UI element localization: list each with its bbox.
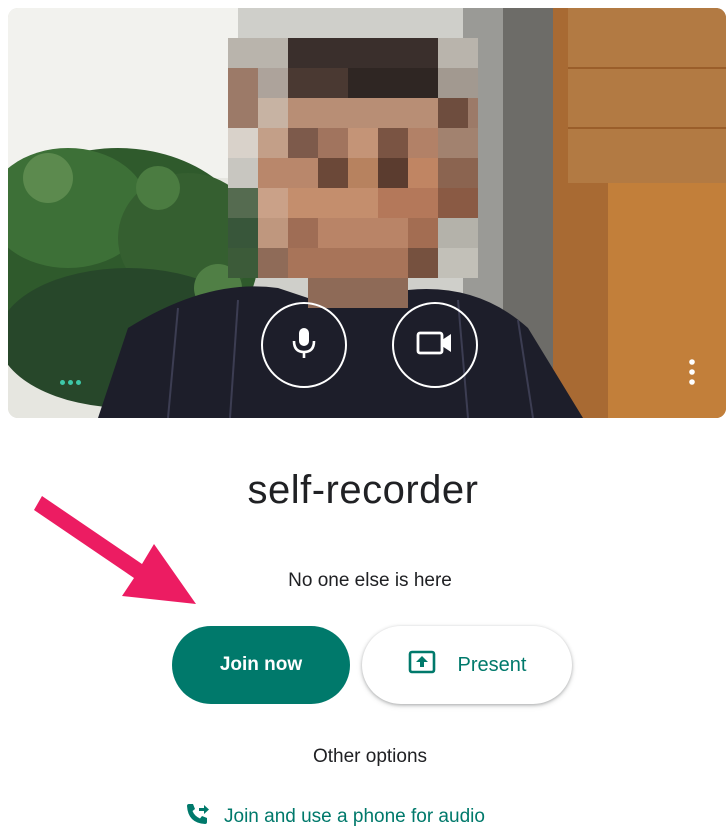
present-button[interactable]: Present <box>362 626 572 704</box>
annotation-arrow <box>34 496 196 604</box>
video-camera-icon <box>416 330 454 361</box>
more-vert-icon <box>689 358 695 390</box>
camera-toggle-button[interactable] <box>392 302 478 388</box>
microphone-toggle-button[interactable] <box>261 302 347 388</box>
self-video-preview <box>8 8 726 418</box>
present-to-all-icon <box>408 650 436 680</box>
present-label: Present <box>457 653 527 676</box>
phone-audio-label: Join and use a phone for audio <box>224 806 485 827</box>
microphone-icon <box>290 326 318 365</box>
more-options-button[interactable] <box>678 354 706 394</box>
phone-forwarded-icon <box>184 801 210 833</box>
other-options-heading: Other options <box>312 746 428 767</box>
join-now-button[interactable]: Join now <box>172 626 350 704</box>
camera-feed <box>8 8 726 418</box>
join-with-phone-audio-link[interactable]: Join and use a phone for audio <box>184 800 485 834</box>
audio-level-indicator <box>60 380 81 385</box>
join-now-label: Join now <box>219 654 303 675</box>
